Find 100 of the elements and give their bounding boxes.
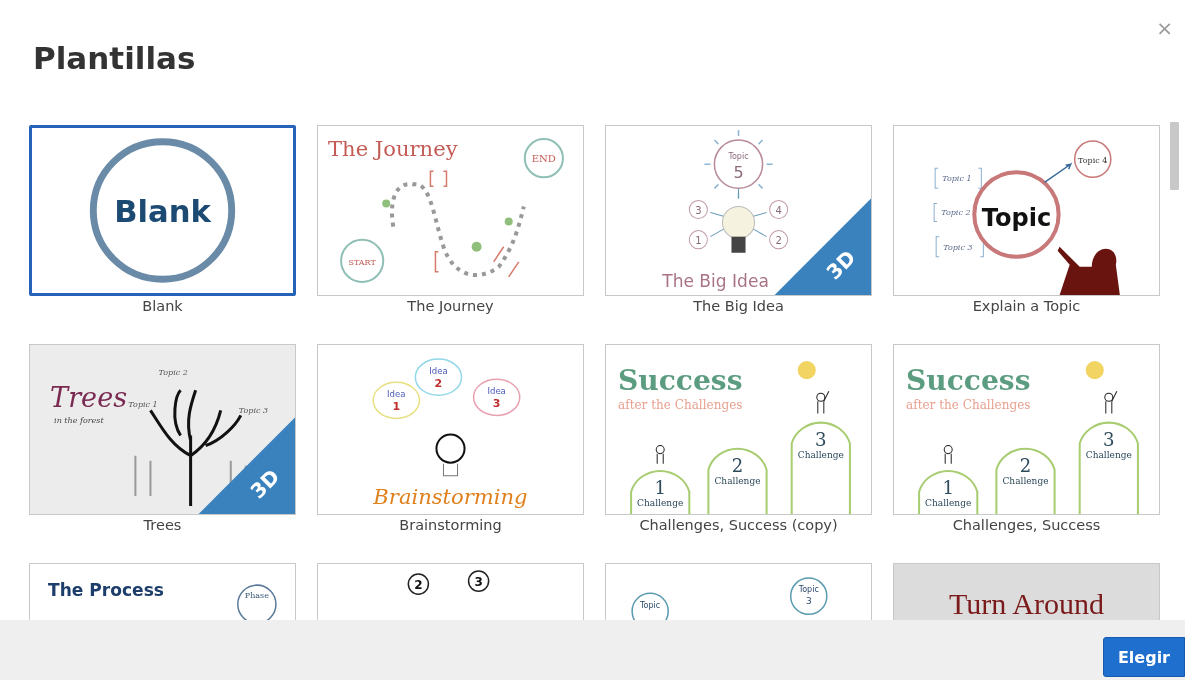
circle-drawing (237, 584, 277, 620)
slide-title: Success (618, 364, 743, 398)
template-thumbnail[interactable]: Blank (29, 125, 296, 296)
template-thumbnail[interactable]: Success after the Challenges 1 Challenge 2 Challenge 3 Challenge (605, 344, 872, 515)
slide-text: Topic 1 (128, 400, 158, 410)
slide-text: 2 (414, 578, 423, 593)
template-name: The Journey (407, 298, 494, 314)
slide-text: 3 (695, 204, 702, 216)
template-name: Blank (142, 298, 183, 314)
slide-text: Challenge (637, 497, 684, 508)
template-name: Brainstorming (399, 517, 502, 533)
slide-title: Trees (50, 382, 128, 414)
slide-text: Topic (640, 601, 661, 611)
scrollbar-thumb[interactable] (1170, 122, 1179, 190)
stick-figure-drawing (655, 445, 665, 465)
circle-drawing (688, 230, 708, 250)
slide-text: 1 (654, 476, 666, 498)
slide-text: Challenge (925, 497, 972, 508)
stick-figure-drawing (1104, 390, 1118, 414)
slide-text: 3 (815, 428, 827, 450)
slide-text: Topic 1 (942, 174, 972, 184)
template-name: Trees (143, 517, 182, 533)
hill-drawing (630, 469, 691, 514)
slide-text: 2 (1019, 454, 1032, 476)
template-thumbnail[interactable]: Trees in the forest Topic 2 Topic 1 Topic 3 3D (29, 344, 296, 515)
slide-text: Blank (114, 194, 211, 230)
slide-text: Challenge (714, 475, 761, 486)
slide-text: 3 (1103, 428, 1115, 450)
slide-title: The Process (48, 580, 164, 601)
hill-drawing (707, 447, 768, 514)
circle-drawing (769, 230, 789, 250)
choose-button[interactable]: Elegir (1102, 637, 1185, 677)
slide-text: Idea (429, 366, 448, 377)
circle-drawing (789, 577, 828, 616)
slide-text: Topic 2 (158, 368, 188, 378)
stick-figure-drawing (943, 445, 953, 465)
template-thumbnail[interactable]: 2 3 (317, 563, 584, 620)
slide-title: The Journey (328, 136, 458, 162)
hill-drawing (918, 469, 979, 514)
template-name: Challenges, Success (copy) (639, 517, 838, 533)
slide-text: 1 (392, 400, 401, 414)
slide-title: Success (906, 364, 1031, 398)
slide-text: 1 (695, 234, 702, 246)
slide-text: Topic (981, 203, 1052, 232)
slide-text: 5 (733, 163, 744, 183)
circle-drawing (1073, 140, 1112, 179)
circle-drawing (631, 592, 669, 620)
slide-text: in the forest (54, 416, 104, 426)
person-silhouette (1057, 246, 1120, 295)
template-name: Challenges, Success (952, 517, 1101, 533)
template-name: The Big Idea (693, 298, 784, 314)
cloud-drawing (472, 378, 521, 417)
slide-text: 3 (492, 397, 501, 411)
slide-text: 3 (805, 596, 812, 607)
slide-text: Topic 2 (941, 207, 971, 217)
slide-text: after the Challenges (906, 398, 1031, 413)
slide-text: Challenge (1002, 475, 1049, 486)
ribbon-label: 3D (245, 464, 285, 504)
hill-drawing (995, 447, 1056, 514)
cloud-drawing (414, 358, 463, 397)
slide-text: Topic (798, 585, 819, 595)
template-thumbnail[interactable]: Turn Around (893, 563, 1160, 620)
circle-drawing (467, 570, 490, 592)
slide-text: Challenge (797, 449, 844, 460)
template-thumbnail[interactable]: Topic Topic 3 (605, 563, 872, 620)
template-thumbnail[interactable]: The Journey END START (317, 125, 584, 296)
slide-text: Topic 4 (1078, 156, 1108, 166)
stick-figure-drawing (435, 433, 466, 477)
slide-text: Phase (244, 591, 269, 601)
slide-text: after the Challenges (618, 398, 743, 413)
dialog-title: Plantillas (33, 40, 196, 76)
circle-drawing (688, 199, 708, 220)
slide-text: Challenge (1085, 449, 1132, 460)
slide-text: Topic (728, 152, 749, 162)
template-thumbnail[interactable]: Topic 1 Topic 2 Topic 3 Topic Topic 4 (893, 125, 1160, 296)
lightbulb-drawing (709, 187, 768, 253)
template-thumbnail[interactable]: Topic 5 3 4 1 2 The Big Idea 3D (605, 125, 872, 296)
circle-drawing (407, 573, 430, 595)
slide-text: END (531, 153, 556, 165)
template-thumbnail[interactable]: The Process Phase (29, 563, 296, 620)
arrow-drawing (1043, 162, 1073, 184)
slide-title: The Big Idea (662, 270, 769, 291)
circle-drawing (340, 238, 385, 283)
sun-icon (1085, 361, 1104, 380)
slide-text: 4 (775, 204, 782, 216)
template-thumbnail[interactable]: Idea 1 Idea 2 Idea 3 Brainstorming (317, 344, 584, 515)
slide-text: Topic 3 (943, 242, 973, 252)
slide-text: 1 (942, 476, 954, 498)
template-name: Explain a Topic (972, 298, 1081, 314)
template-thumbnail[interactable]: Success after the Challenges 1 Challenge 2 Challenge 3 Challenge (893, 344, 1160, 515)
cloud-drawing (372, 381, 421, 420)
sun-icon (797, 361, 816, 380)
circle-drawing (769, 199, 789, 220)
circle-drawing (523, 138, 564, 179)
slide-text: Idea (487, 386, 506, 397)
slide-text: 2 (775, 234, 782, 246)
stick-figure-drawing (816, 390, 830, 414)
slide-text: Topic 3 (238, 406, 269, 416)
slide-text: 3 (474, 575, 483, 590)
slide-title: Turn Around (948, 587, 1105, 620)
